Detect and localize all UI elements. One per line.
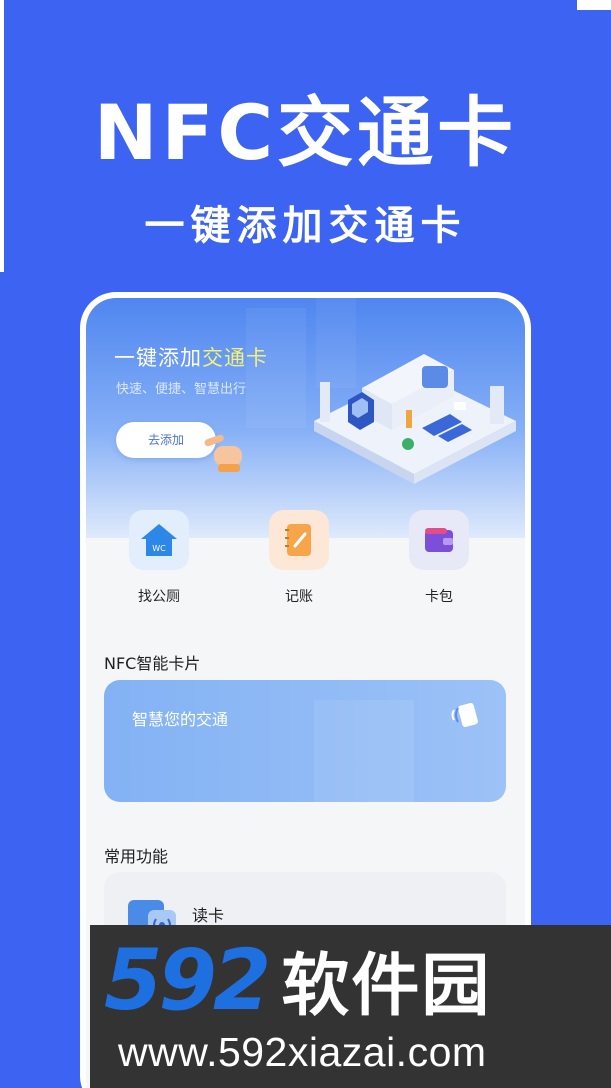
toilet-icon-badge: WC xyxy=(152,544,166,553)
nfc-smart-card[interactable]: 智慧您的交通 xyxy=(104,680,506,802)
card-decoration xyxy=(314,700,414,802)
banner-slogan: 快速、便捷、智慧出行 xyxy=(116,382,247,397)
toilet-icon: WC xyxy=(129,510,189,570)
site-watermark: 592 软件园 www.592xiazai.com xyxy=(90,925,611,1088)
quick-action-label: 找公厕 xyxy=(138,589,180,605)
quick-action-bookkeeping[interactable]: 记账 xyxy=(249,510,349,606)
nfc-section-title: NFC智能卡片 xyxy=(104,654,201,673)
card-tap-icon xyxy=(451,702,478,728)
quick-action-label: 记账 xyxy=(285,589,313,605)
quick-actions: WC 找公厕 记账 卡包 xyxy=(86,510,525,610)
wallet-icon xyxy=(409,510,469,570)
hero-subtitle: 一键添加交通卡 xyxy=(144,203,467,249)
watermark-url: www.592xiazai.com xyxy=(118,1029,487,1075)
notebook-icon xyxy=(269,510,329,570)
banner-title-highlight: 交通卡 xyxy=(202,346,268,370)
watermark-logo: 592 软件园 xyxy=(104,937,492,1026)
watermark-name: 软件园 xyxy=(281,947,492,1026)
hero-title: NFC交通卡 xyxy=(93,88,518,177)
banner-title: 一键添加交通卡 xyxy=(114,342,268,372)
edge-strip-right xyxy=(577,0,611,10)
nfc-card-text: 智慧您的交通 xyxy=(132,710,229,729)
watermark-digits: 592 xyxy=(104,931,271,1029)
pointing-hand-icon xyxy=(204,434,242,472)
add-card-banner: 一键添加交通卡 快速、便捷、智慧出行 去添加 xyxy=(86,298,525,538)
delivery-truck-illustration xyxy=(314,354,516,484)
quick-action-label: 卡包 xyxy=(425,589,453,605)
quick-action-card-wallet[interactable]: 卡包 xyxy=(389,510,489,606)
common-functions-title: 常用功能 xyxy=(104,847,169,866)
banner-title-prefix: 一键添加 xyxy=(114,346,202,370)
quick-action-find-toilet[interactable]: WC 找公厕 xyxy=(109,510,209,606)
function-label: 读卡 xyxy=(192,906,225,925)
